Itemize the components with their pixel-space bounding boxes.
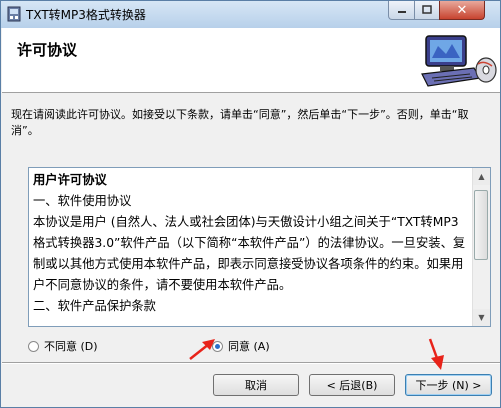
annotation-arrow-icon — [428, 338, 444, 370]
license-heading: 用户许可协议 — [33, 173, 107, 187]
license-line: 一、软件使用协议 — [33, 194, 132, 208]
app-icon — [7, 6, 21, 22]
back-button[interactable]: < 后退(B) — [309, 374, 395, 396]
scroll-down-icon[interactable]: ▼ — [473, 309, 490, 326]
disagree-label: 不同意 (D) — [44, 340, 98, 353]
license-line: 二、软件产品保护条款 — [33, 299, 156, 313]
close-button[interactable]: ✕ — [439, 1, 485, 20]
license-textbox[interactable]: 用户许可协议 一、软件使用协议 本协议是用户 (自然人、法人或社会团体)与天傲设… — [28, 167, 491, 327]
page-title: 许可协议 — [17, 41, 78, 59]
window-title: TXT转MP3格式转换器 — [26, 8, 146, 22]
license-line: 本协议是用户 (自然人、法人或社会团体)与天傲设计小组之间关于“TXT转MP3格… — [33, 215, 466, 292]
computer-cd-icon — [421, 35, 497, 87]
disagree-option[interactable]: 不同意 (D) — [28, 338, 98, 354]
agree-label: 同意 (A) — [228, 340, 270, 353]
cancel-button[interactable]: 取消 — [213, 374, 299, 396]
annotation-arrow-icon — [189, 339, 215, 360]
maximize-icon — [422, 5, 432, 14]
installer-window: TXT转MP3格式转换器 ✕ 许可协议 现在请阅读此许可协议。如接受以下条款，请… — [0, 0, 501, 408]
minimize-button[interactable] — [388, 1, 415, 20]
instruction-text: 现在请阅读此许可协议。如接受以下条款，请单击“同意”，然后单击“下一步”。否则，… — [11, 108, 469, 137]
close-icon: ✕ — [456, 2, 468, 18]
scroll-thumb[interactable] — [474, 190, 488, 260]
maximize-button[interactable] — [414, 1, 440, 20]
next-button[interactable]: 下一步 (N) > — [405, 374, 492, 396]
wizard-header: 许可协议 — [2, 28, 500, 93]
license-content: 用户许可协议 一、软件使用协议 本协议是用户 (自然人、法人或社会团体)与天傲设… — [33, 170, 469, 326]
disagree-radio[interactable] — [28, 340, 39, 352]
minimize-icon — [397, 11, 406, 13]
agree-option[interactable]: 同意 (A) — [212, 338, 270, 354]
scroll-up-icon[interactable]: ▲ — [473, 168, 490, 185]
license-scrollbar[interactable]: ▲ ▼ — [472, 168, 490, 326]
title-bar: TXT转MP3格式转换器 ✕ — [1, 1, 500, 28]
